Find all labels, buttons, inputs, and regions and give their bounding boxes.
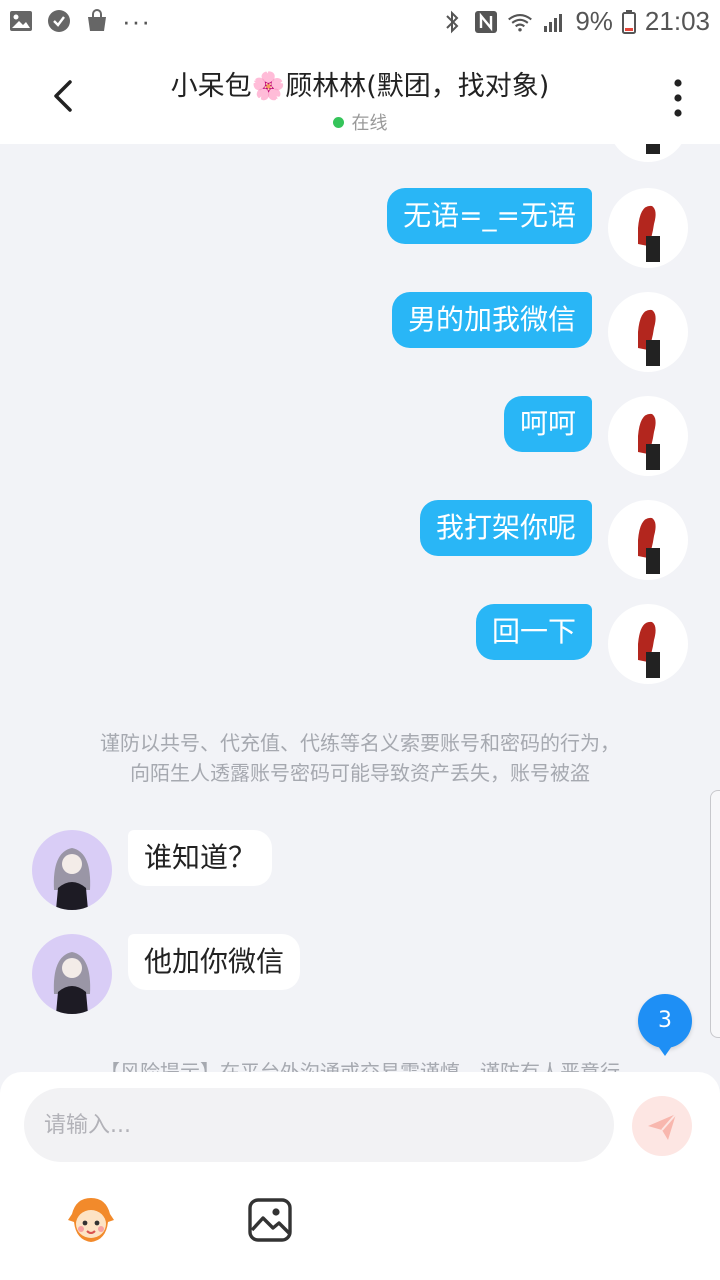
message-bubble-self[interactable]: 呵呵	[503, 396, 592, 452]
message-bubble-self[interactable]: 回一下	[475, 604, 592, 660]
gallery-notification-icon	[10, 11, 32, 31]
avatar-self-image	[638, 309, 660, 366]
image-picker-button[interactable]	[246, 1196, 294, 1244]
security-tip-line: 向陌生人透露账号密码可能导致资产丢失，账号被盗	[130, 761, 590, 785]
avatar-self-image	[638, 621, 660, 678]
chat-title-block: 小呆包🌸顾林林(默团，找对象) 在线	[110, 64, 610, 135]
status-bar-system: 9% 21:03	[439, 6, 710, 37]
avatar-self[interactable]	[608, 292, 688, 372]
avatar-self[interactable]	[608, 604, 688, 684]
message-bubble-contact[interactable]: 谁知道？	[128, 830, 273, 886]
signal-icon	[544, 13, 563, 32]
avatar-self-image	[638, 517, 660, 574]
nfc-icon	[475, 10, 498, 33]
message-bubble-self[interactable]: 我打架你呢	[419, 500, 592, 556]
send-button[interactable]	[632, 1096, 692, 1156]
input-panel	[0, 1072, 720, 1280]
avatar-self[interactable]	[608, 396, 688, 476]
more-notifications-indicator: ···	[122, 6, 151, 36]
message-bubble-self[interactable]: 无语=_=无语	[387, 188, 592, 244]
security-tip-line: 谨防以共号、代充值、代练等名义索要账号和密码的行为，	[100, 731, 620, 755]
status-bar-notifications: ···	[8, 8, 151, 34]
avatar-self-image	[646, 144, 660, 154]
avatar-self-image	[638, 205, 660, 262]
avatar-contact-image	[53, 952, 91, 1014]
wifi-icon	[508, 13, 533, 32]
clock-time: 21:03	[644, 6, 710, 36]
online-dot-icon	[332, 116, 344, 128]
avatar-self[interactable]	[608, 188, 688, 268]
security-tip: 谨防以共号、代充值、代练等名义索要账号和密码的行为， 向陌生人透露账号密码可能导…	[40, 728, 680, 788]
scroll-handle[interactable]	[710, 790, 720, 1038]
status-bar: ··· 9% 21:03	[0, 0, 720, 50]
image-picker-icon	[248, 1198, 292, 1242]
more-vertical-icon[interactable]	[670, 78, 686, 118]
presence-label: 在线	[351, 113, 388, 134]
message-list[interactable]: 无语=_=无语 男的加我微信 呵呵 我打架你呢 回一下 谨防以共号、代充值、代练…	[0, 144, 720, 1074]
message-bubble-contact[interactable]: 他加你微信	[128, 934, 301, 990]
shopping-bag-notification-icon	[88, 9, 106, 31]
chat-screen: ··· 9% 21:03 小呆包🌸顾林林(默团，找对象) 在线 无语=_=无语 …	[0, 0, 720, 1280]
avatar-self[interactable]	[608, 144, 688, 162]
avatar-contact[interactable]	[32, 830, 112, 910]
bluetooth-icon	[446, 10, 459, 33]
message-bubble-self[interactable]: 男的加我微信	[391, 292, 592, 348]
unread-count-badge[interactable]: 3	[638, 994, 692, 1056]
avatar-contact[interactable]	[32, 934, 112, 1014]
chevron-left-icon[interactable]	[40, 72, 88, 120]
avatar-contact-image	[53, 848, 91, 910]
contact-name: 小呆包🌸顾林林(默团，找对象)	[170, 71, 550, 102]
battery-percent: 9%	[575, 6, 613, 36]
emoji-face-icon	[68, 1198, 114, 1242]
battery-icon	[621, 9, 636, 34]
avatar-self-image	[638, 413, 660, 470]
avatar-self[interactable]	[608, 500, 688, 580]
presence-status: 在线	[110, 109, 610, 135]
emoji-button[interactable]	[62, 1192, 120, 1250]
paper-plane-icon	[648, 1113, 677, 1140]
clock-check-notification-icon	[48, 10, 70, 32]
chat-header: 小呆包🌸顾林林(默团，找对象) 在线	[0, 50, 720, 144]
message-input[interactable]	[24, 1088, 614, 1162]
